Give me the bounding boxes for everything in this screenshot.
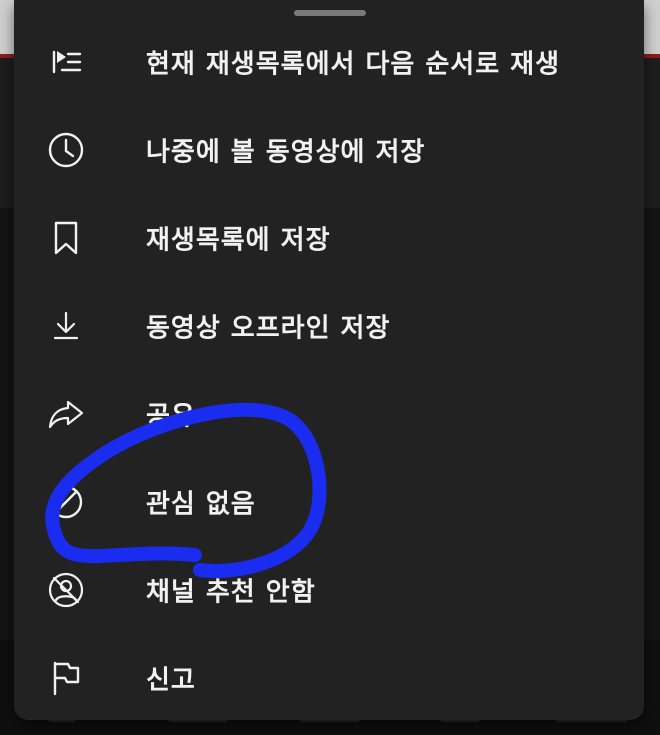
menu-item-not-interested[interactable]: 관심 없음 bbox=[14, 458, 644, 546]
clock-icon bbox=[44, 128, 88, 172]
menu-item-label: 공유 bbox=[146, 401, 196, 432]
bottom-sheet-menu: 현재 재생목록에서 다음 순서로 재생 나중에 볼 동영상에 저장 재생목록에 … bbox=[14, 0, 644, 720]
menu-item-label: 현재 재생목록에서 다음 순서로 재생 bbox=[146, 49, 561, 80]
drag-handle[interactable] bbox=[294, 10, 366, 16]
menu-item-label: 재생목록에 저장 bbox=[146, 225, 331, 256]
menu-item-save-to-playlist[interactable]: 재생목록에 저장 bbox=[14, 194, 644, 282]
flag-icon bbox=[44, 656, 88, 700]
menu-item-share[interactable]: 공유 bbox=[14, 370, 644, 458]
menu-item-label: 나중에 볼 동영상에 저장 bbox=[146, 137, 426, 168]
menu-item-watch-later[interactable]: 나중에 볼 동영상에 저장 bbox=[14, 106, 644, 194]
menu-item-report[interactable]: 신고 bbox=[14, 634, 644, 722]
menu-item-label: 동영상 오프라인 저장 bbox=[146, 313, 391, 344]
menu-item-download[interactable]: 동영상 오프라인 저장 bbox=[14, 282, 644, 370]
download-icon bbox=[44, 304, 88, 348]
bookmark-icon bbox=[44, 216, 88, 260]
not-interested-icon bbox=[44, 480, 88, 524]
menu-item-label: 신고 bbox=[146, 665, 196, 696]
menu-list: 현재 재생목록에서 다음 순서로 재생 나중에 볼 동영상에 저장 재생목록에 … bbox=[14, 18, 644, 722]
menu-item-label: 채널 추천 안함 bbox=[146, 577, 316, 608]
share-icon bbox=[44, 392, 88, 436]
dont-recommend-channel-icon bbox=[44, 568, 88, 612]
menu-item-dont-recommend-channel[interactable]: 채널 추천 안함 bbox=[14, 546, 644, 634]
menu-item-label: 관심 없음 bbox=[146, 489, 256, 520]
play-next-in-queue-icon bbox=[44, 40, 88, 84]
menu-item-play-next[interactable]: 현재 재생목록에서 다음 순서로 재생 bbox=[14, 18, 644, 106]
